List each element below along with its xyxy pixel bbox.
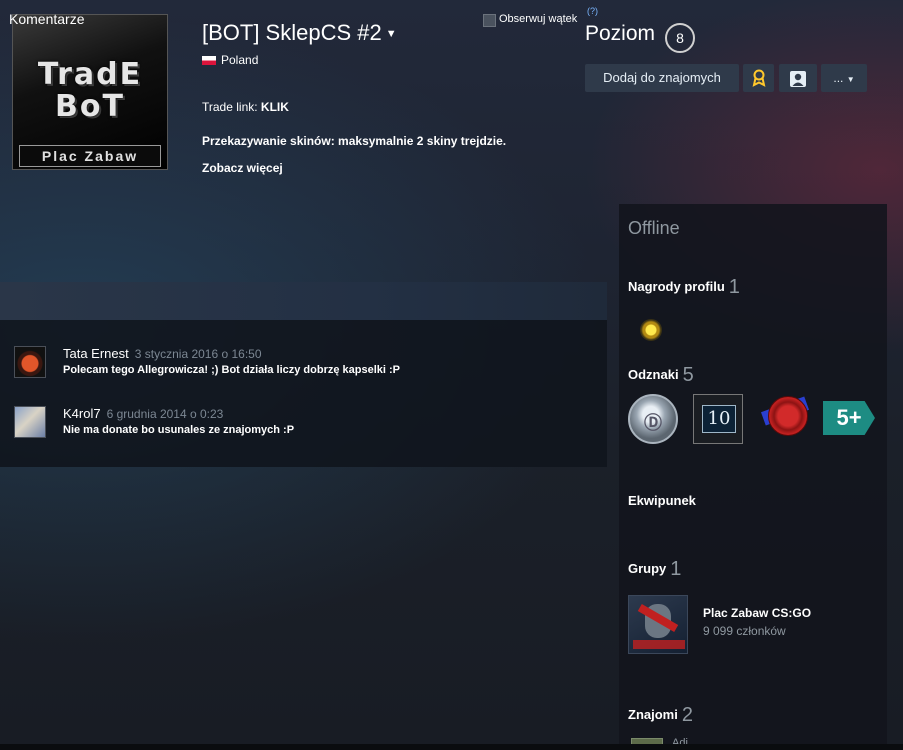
- level-label: Poziom: [585, 22, 656, 45]
- avatar-text-plac: Plac Zabaw: [19, 145, 161, 167]
- commenter-avatar[interactable]: [14, 406, 46, 438]
- awards-section-title[interactable]: Nagrody profilu 1: [628, 276, 740, 299]
- persona-name-dropdown[interactable]: [BOT] SklepCS #2 ▼: [202, 20, 397, 46]
- profile-avatar: TradE BoT Plac Zabaw: [12, 14, 168, 170]
- friends-count: 2: [681, 704, 693, 726]
- years-badge-icon[interactable]: 5+: [823, 401, 875, 435]
- country-name: Poland: [221, 53, 259, 67]
- more-label: ...: [833, 71, 844, 85]
- wax-seal-icon: [768, 396, 808, 436]
- subscribe-checkbox[interactable]: [483, 14, 496, 27]
- add-friend-button[interactable]: Dodaj do znajomych: [585, 64, 739, 92]
- subscribe-label[interactable]: Obserwuj wątek: [499, 13, 577, 25]
- coin-badge-mark: Ⓓ: [644, 413, 662, 433]
- summary-text: Przekazywanie skinów: maksymalnie 2 skin…: [202, 134, 506, 148]
- comment-timestamp: 3 stycznia 2016 o 16:50: [134, 347, 262, 361]
- comment-text: Nie ma donate bo usunales ze znajomych :…: [63, 424, 295, 436]
- trade-link-line: Trade link: KLIK: [202, 100, 506, 114]
- awards-label: Nagrody profilu: [628, 279, 725, 294]
- comment-text: Polecam tego Allegrowicza! ;) Bot działa…: [63, 364, 401, 376]
- groups-count: 1: [670, 558, 682, 580]
- group-avatar[interactable]: [628, 595, 688, 654]
- view-profile-button[interactable]: [779, 64, 817, 92]
- seal-badge-icon[interactable]: [758, 394, 810, 444]
- group-member-count: 9 099 członków: [703, 624, 786, 638]
- summary-line: Przekazywanie skinów: maksymalnie 2 skin…: [202, 134, 507, 148]
- badges-section-title[interactable]: Odznaki 5: [628, 364, 694, 387]
- avatar-text-trade: TradE: [37, 57, 143, 92]
- taskbar-strip: [0, 744, 903, 750]
- level-badge[interactable]: 8: [665, 23, 695, 53]
- trade-link-label: Trade link:: [202, 100, 258, 114]
- comment-timestamp: 6 grudnia 2014 o 0:23: [106, 407, 224, 421]
- persona-name: [BOT] SklepCS #2: [202, 20, 382, 45]
- groups-label: Grupy: [628, 561, 667, 576]
- more-actions-button[interactable]: ... ▼: [821, 64, 867, 92]
- online-status: Offline: [628, 218, 680, 238]
- inventory-section-title[interactable]: Ekwipunek: [628, 493, 696, 508]
- chevron-down-icon: ▼: [385, 28, 397, 41]
- chevron-down-icon: ▼: [846, 75, 855, 84]
- avatar-text-bot: BoT: [55, 89, 125, 124]
- poland-flag-icon: [202, 55, 216, 65]
- level-badge-text: 10: [702, 405, 736, 433]
- comments-title: Komentarze: [9, 11, 85, 27]
- comment-author[interactable]: K4rol7: [63, 406, 101, 421]
- coin-badge-icon[interactable]: Ⓓ: [628, 394, 678, 444]
- award-button[interactable]: [743, 64, 774, 92]
- comments-header: [0, 282, 607, 320]
- trade-link[interactable]: KLIK: [261, 100, 289, 114]
- awards-count: 1: [728, 276, 740, 298]
- badges-label: Odznaki: [628, 367, 679, 382]
- group-name[interactable]: Plac Zabaw CS:GO: [703, 606, 811, 620]
- user-card-icon: [790, 70, 806, 87]
- friends-section-title[interactable]: Znajomi 2: [628, 704, 693, 727]
- badges-count: 5: [682, 364, 694, 386]
- groups-section-title[interactable]: Grupy 1: [628, 558, 681, 581]
- award-icon: [752, 69, 765, 87]
- profile-summary: Trade link: KLIK Przekazywanie skinów: m…: [202, 100, 506, 168]
- level-badge-icon[interactable]: 10: [693, 394, 743, 444]
- view-more-link[interactable]: Zobacz więcej: [202, 161, 283, 175]
- comment-header: Tata Ernest 3 stycznia 2016 o 16:50: [63, 346, 262, 361]
- profile-award-icon[interactable]: [640, 319, 662, 341]
- subscribe-help-link[interactable]: (?): [587, 6, 598, 16]
- friends-label: Znajomi: [628, 707, 678, 722]
- comment-header: K4rol7 6 grudnia 2014 o 0:23: [63, 406, 223, 421]
- comment-author[interactable]: Tata Ernest: [63, 346, 129, 361]
- profile-country: Poland: [202, 53, 258, 67]
- commenter-avatar[interactable]: [14, 346, 46, 378]
- group-avatar-banner: [633, 640, 685, 649]
